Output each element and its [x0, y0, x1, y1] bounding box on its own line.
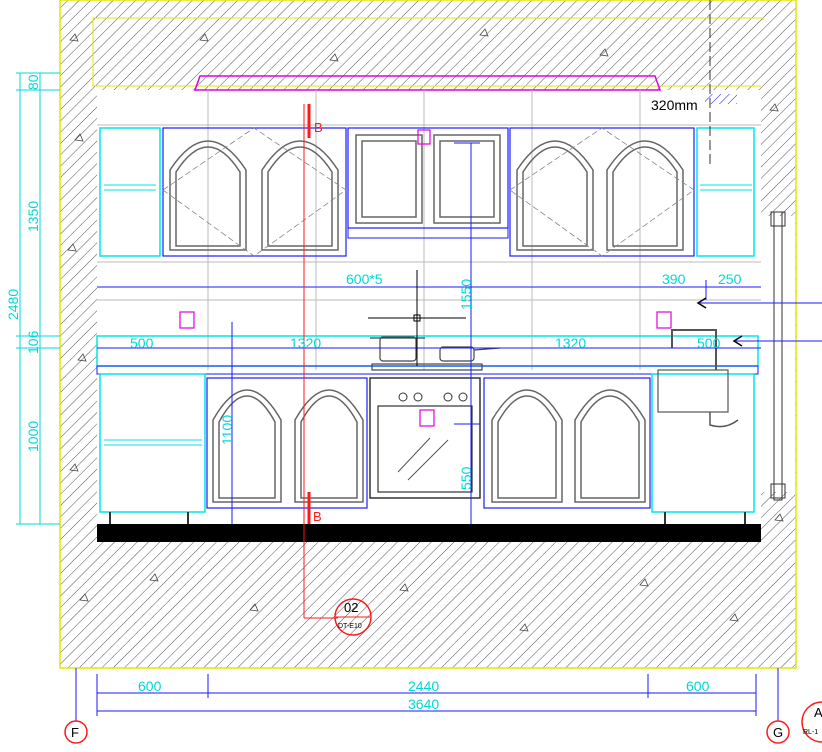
dim-vert-1550: 1550 — [458, 279, 474, 310]
note-320mm: 320mm — [651, 97, 698, 113]
elevation-svg: B B 02 DT-E10 320mm 2480 1350 80 106 100… — [5, 0, 822, 744]
dim-left-lower: 1000 — [25, 421, 41, 452]
dim-left-total: 2480 — [5, 289, 21, 320]
dim-right-a: 390 — [662, 271, 686, 287]
grid-label-a: A — [814, 705, 822, 720]
grid-label-a-sheet: RL-1 — [803, 729, 818, 736]
dim-bottom-left: 600 — [138, 678, 162, 694]
dim-counter-a: 500 — [130, 335, 154, 351]
callout-sheet: DT-E10 — [338, 623, 362, 630]
section-mark-top: B — [314, 120, 323, 135]
left-dim-chain — [16, 72, 60, 525]
grid-label-g: G — [773, 725, 783, 740]
plinth — [97, 524, 761, 542]
dim-counter-c: 1320 — [555, 335, 586, 351]
dim-right-b: 250 — [718, 271, 742, 287]
dim-counter-d: 500 — [697, 335, 721, 351]
section-mark-bottom: B — [313, 509, 322, 524]
dim-left-top: 80 — [25, 74, 41, 90]
bottom-dim-chain — [75, 668, 779, 722]
dim-counter-b: 1320 — [290, 335, 321, 351]
dim-bottom-total: 3640 — [408, 696, 439, 712]
dim-tile-run: 600*5 — [346, 271, 383, 287]
dim-left-upper: 1350 — [25, 201, 41, 232]
dim-vert-1100: 1100 — [219, 415, 235, 445]
callout-number: 02 — [344, 600, 358, 615]
dim-bottom-right: 600 — [686, 678, 710, 694]
dim-bottom-mid: 2440 — [408, 678, 439, 694]
kitchen-elevation-drawing: B B 02 DT-E10 320mm 2480 1350 80 106 100… — [0, 0, 822, 747]
dim-vert-550: 550 — [458, 466, 474, 490]
dim-left-mid: 106 — [25, 330, 41, 354]
grid-label-f: F — [71, 725, 79, 740]
